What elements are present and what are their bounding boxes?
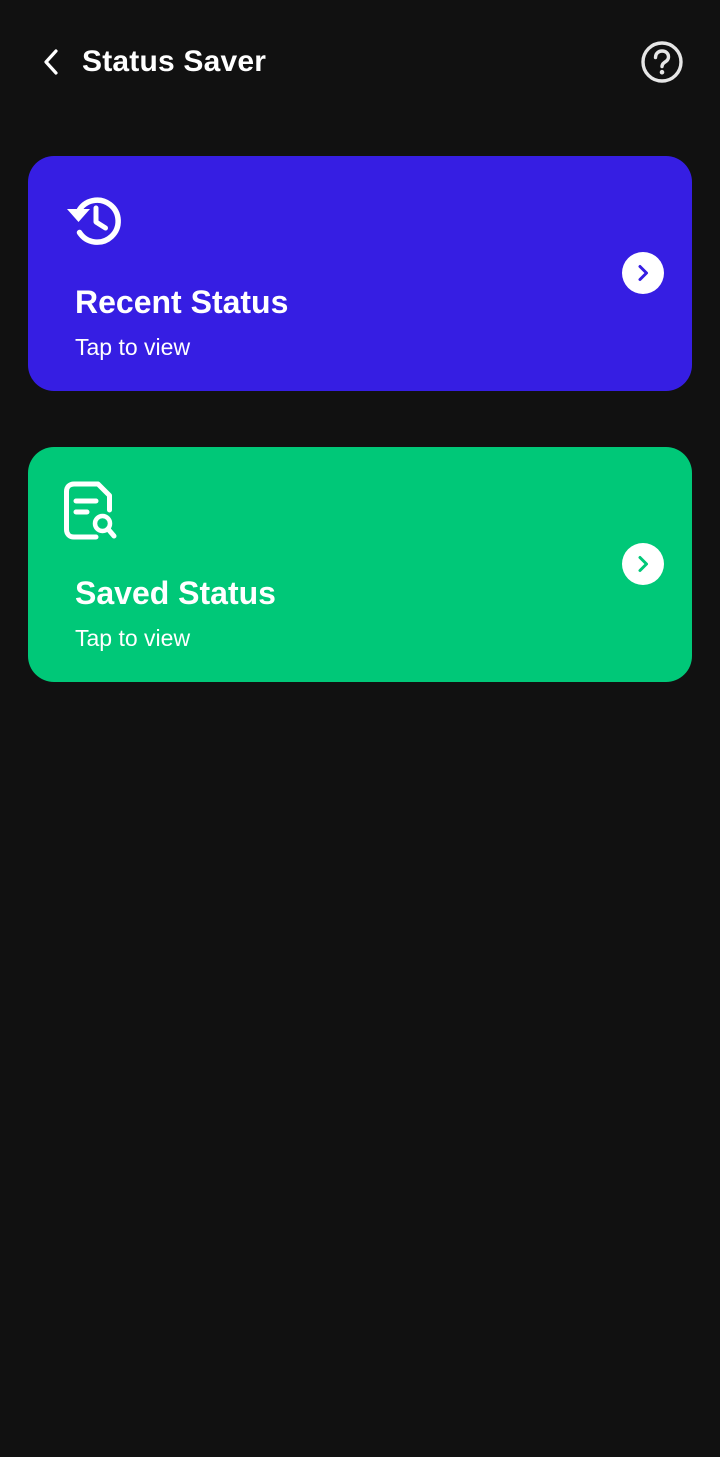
page-title: Status Saver xyxy=(82,45,267,78)
back-button[interactable] xyxy=(30,38,74,86)
help-circle-icon xyxy=(641,41,683,83)
card-subtitle: Tap to view xyxy=(75,625,191,651)
open-recent-button[interactable] xyxy=(622,252,664,294)
history-icon xyxy=(67,197,121,245)
open-saved-button[interactable] xyxy=(622,543,664,585)
card-title: Saved Status xyxy=(75,575,276,611)
card-title: Recent Status xyxy=(75,284,289,320)
top-app-bar: Status Saver xyxy=(0,0,720,124)
card-subtitle: Tap to view xyxy=(75,334,191,360)
help-button[interactable] xyxy=(638,38,686,86)
chevron-left-icon xyxy=(44,49,58,75)
chevron-right-icon xyxy=(638,556,648,572)
saved-status-card[interactable]: Saved Status Tap to view xyxy=(28,447,692,682)
recent-status-card[interactable]: Recent Status Tap to view xyxy=(28,156,692,391)
document-search-icon xyxy=(64,481,117,540)
chevron-right-icon xyxy=(638,265,648,281)
status-saver-screen: Status Saver Recent Status Tap to view S… xyxy=(0,0,720,1457)
